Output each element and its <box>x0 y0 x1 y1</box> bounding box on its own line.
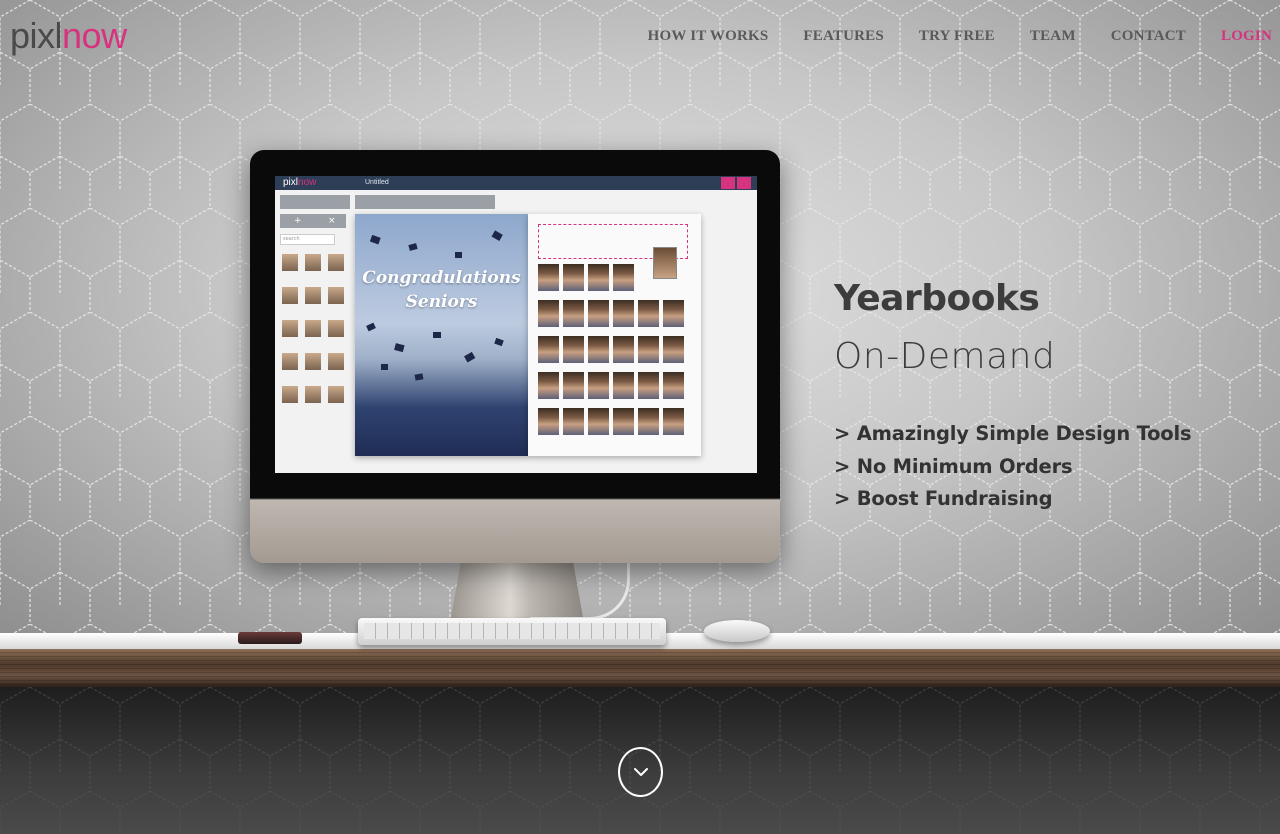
hero-subtitle: On-Demand <box>834 336 1056 377</box>
graduation-caps-graphic <box>366 230 504 381</box>
home-icon <box>737 177 751 189</box>
keyboard-illustration <box>358 618 666 645</box>
yearbook-right-page <box>528 214 701 456</box>
nav-team[interactable]: TEAM <box>1030 28 1076 48</box>
app-logo: pixlnow <box>283 177 317 188</box>
yearbook-page-caption: Congradulations Seniors <box>362 268 521 312</box>
nav-how-it-works[interactable]: HOW IT WORKS <box>648 28 769 48</box>
logo-part-now: now <box>62 15 127 56</box>
yearbook-left-page: Congradulations Seniors <box>355 214 528 456</box>
mouse-illustration <box>704 620 770 642</box>
phone-on-desk <box>238 632 302 644</box>
app-add-bar: + × <box>280 214 346 228</box>
app-title-bar: pixlnow Untitled <box>275 176 757 190</box>
feature-item: > Amazingly Simple Design Tools <box>834 422 1192 445</box>
feature-item: > No Minimum Orders <box>834 454 1073 478</box>
app-document-title: Untitled <box>365 179 389 186</box>
app-editor-toolbar <box>355 195 495 209</box>
close-icon: × <box>328 216 336 226</box>
student-photo-grid <box>538 264 684 435</box>
feature-item: > Boost Fundraising <box>834 487 1053 510</box>
brand-logo[interactable]: pixlnow <box>10 14 127 58</box>
nav-login[interactable]: LOGIN <box>1221 28 1272 48</box>
nav-features[interactable]: FEATURES <box>803 28 884 48</box>
hero-feature-list: > Amazingly Simple Design Tools > No Min… <box>834 418 1192 516</box>
plus-icon: + <box>294 216 302 226</box>
nav-contact[interactable]: CONTACT <box>1111 28 1186 48</box>
hero-title: Yearbooks <box>834 278 1040 319</box>
user-icon <box>721 177 735 189</box>
main-nav: HOW IT WORKS FEATURES TRY FREE TEAM CONT… <box>613 28 1272 48</box>
app-screenshot: pixlnow Untitled + × search Congradulati… <box>275 176 757 473</box>
chevron-down-icon <box>633 768 648 776</box>
monitor-cable <box>530 560 630 620</box>
app-window-buttons <box>721 177 751 189</box>
desk-edge <box>0 649 1280 687</box>
app-photo-thumbnails <box>282 254 346 403</box>
nav-try-free[interactable]: TRY FREE <box>919 28 995 48</box>
monitor-illustration: pixlnow Untitled + × search Congradulati… <box>250 150 780 563</box>
app-sidebar-toolbar <box>280 195 350 209</box>
app-search-field: search <box>280 234 335 245</box>
scroll-down-button[interactable] <box>618 747 663 797</box>
logo-part-pixl: pixl <box>10 15 63 56</box>
